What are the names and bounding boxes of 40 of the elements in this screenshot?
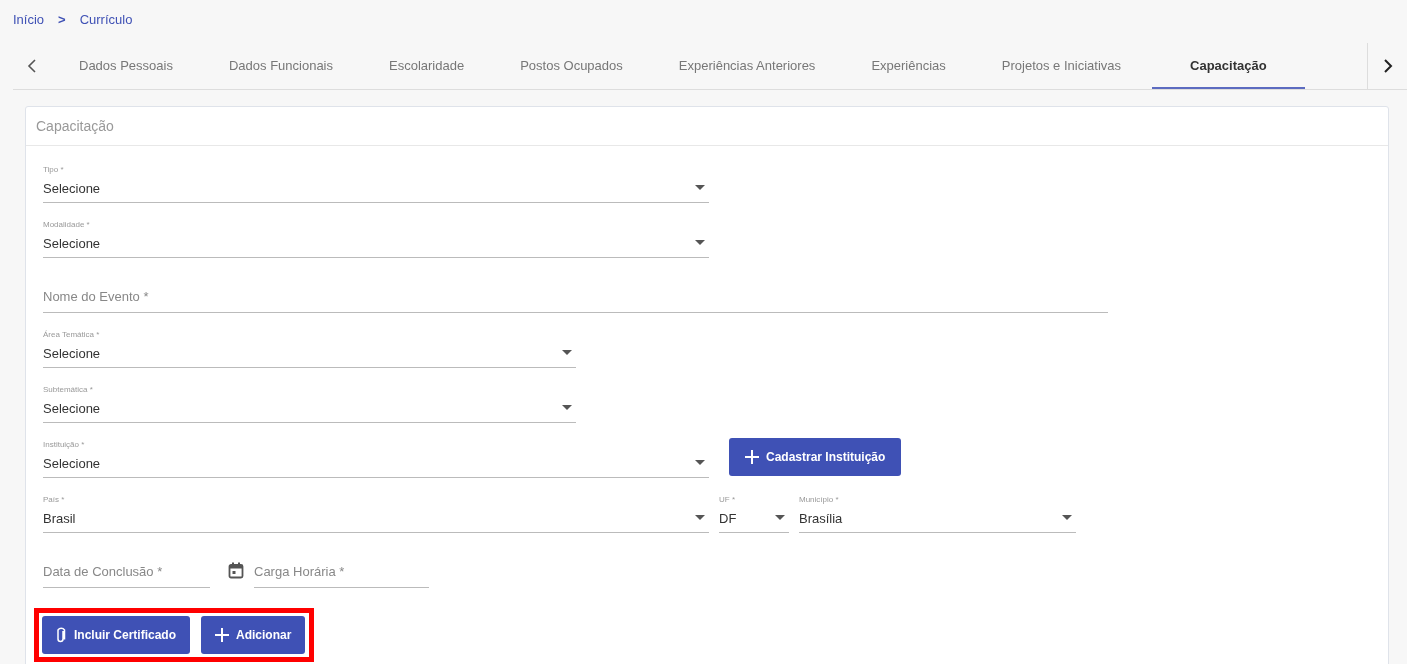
tab[interactable]: Projetos e Iniciativas (976, 43, 1147, 89)
tab[interactable]: Dados Funcionais (203, 43, 358, 89)
chevron-left-icon (27, 59, 37, 73)
paperclip-icon (56, 626, 67, 644)
caret-icon (1062, 515, 1072, 520)
caret-icon (775, 515, 785, 520)
plus-icon (215, 628, 230, 642)
calendar-icon[interactable] (228, 562, 244, 579)
tab[interactable]: Experiências (846, 43, 971, 89)
select-field[interactable]: Município * Brasília (799, 497, 1076, 533)
plus-icon (745, 450, 759, 464)
breadcrumb-link[interactable]: Currículo (79, 11, 133, 27)
select-field[interactable]: Modalidade * Selecione (43, 222, 709, 258)
select-field[interactable]: Instituição * Selecione (43, 442, 709, 478)
input-field[interactable]: Nome do Evento * (43, 287, 1108, 313)
tab[interactable]: Experiências Anteriores (653, 43, 841, 89)
input-field[interactable]: Data de Conclusão * (43, 562, 210, 588)
caret-icon (562, 405, 572, 410)
select-field[interactable]: Área Temática * Selecione (43, 332, 576, 368)
add-button[interactable]: Adicionar (201, 616, 306, 654)
caret-icon (695, 460, 705, 465)
input-field[interactable]: Carga Horária * (254, 562, 429, 588)
breadcrumb-separator: > (58, 11, 66, 27)
breadcrumb-link[interactable]: Início (13, 11, 45, 27)
select-field[interactable]: Subtemática * Selecione (43, 387, 576, 423)
tab[interactable]: Escolaridade (364, 43, 490, 89)
caret-icon (562, 350, 572, 355)
card-title: Capacitação (26, 107, 1388, 146)
tab[interactable]: Capacitação (1152, 43, 1305, 89)
select-field[interactable]: UF * DF (719, 497, 789, 533)
attach-button[interactable]: Incluir Certificado (42, 616, 191, 654)
caret-icon (695, 515, 705, 520)
register-button[interactable]: Cadastrar Instituição (729, 438, 902, 476)
tab[interactable]: Dados Pessoais (54, 43, 198, 89)
caret-icon (695, 185, 705, 190)
select-field[interactable]: Tipo * Selecione (43, 167, 709, 203)
caret-icon (695, 240, 705, 245)
select-field[interactable]: País * Brasil (43, 497, 709, 533)
chevron-right-icon (1382, 59, 1393, 73)
tab[interactable]: Postos Ocupados (495, 43, 648, 89)
